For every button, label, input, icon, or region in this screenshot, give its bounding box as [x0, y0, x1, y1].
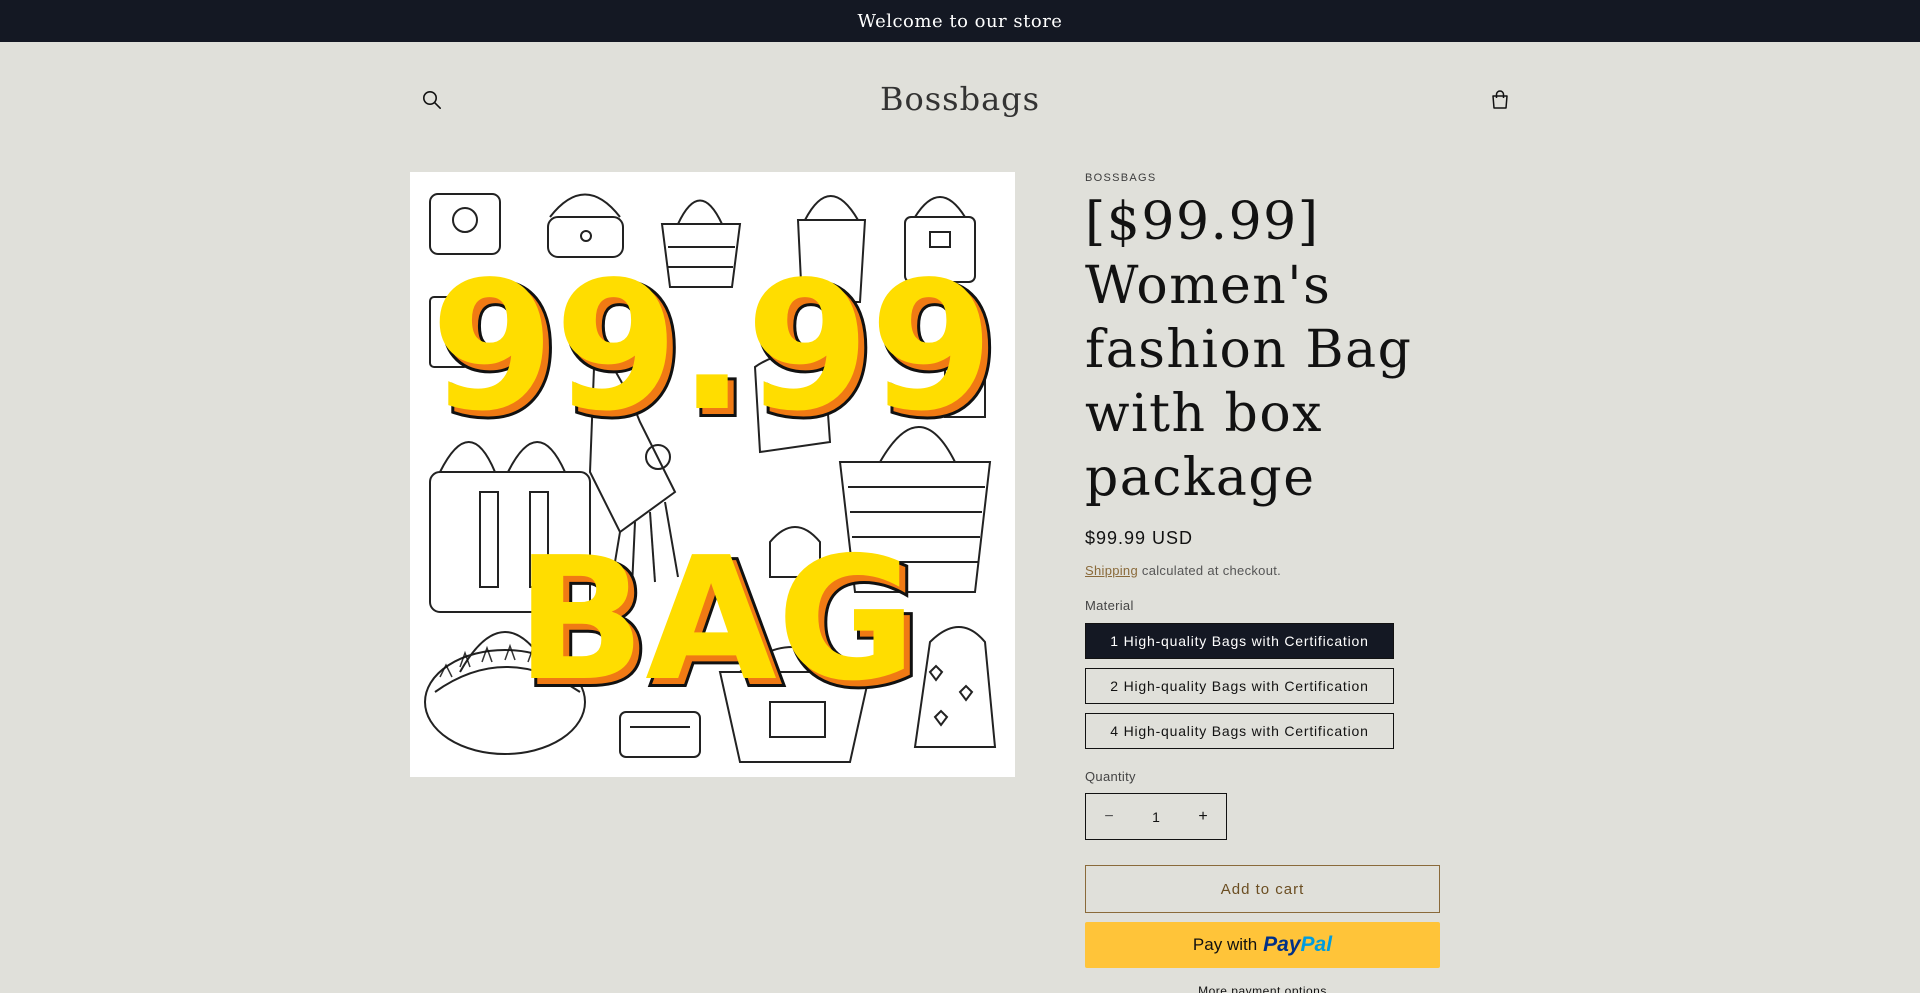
minus-icon: − — [1104, 807, 1114, 825]
product-vendor: BOSSBAGS — [1085, 172, 1157, 184]
paypal-logo: PayPal — [1263, 933, 1333, 956]
svg-text:BAG: BAG — [516, 521, 917, 719]
shipping-note-text: calculated at checkout. — [1138, 563, 1282, 578]
cart-icon — [1492, 90, 1508, 109]
quantity-input[interactable]: 1 — [1132, 809, 1180, 825]
cart-button[interactable] — [1478, 78, 1522, 122]
site-header: Bossbags — [0, 42, 1920, 158]
quantity-label: Quantity — [1085, 769, 1136, 784]
variant-label: Material — [1085, 598, 1134, 613]
quantity-stepper: − 1 + — [1085, 793, 1227, 840]
search-button[interactable] — [410, 78, 454, 122]
variant-option-3[interactable]: 4 High-quality Bags with Certification — [1085, 713, 1394, 749]
shipping-link[interactable]: Shipping — [1085, 563, 1138, 578]
product-title: [$99.99] Women's fashion Bag with box pa… — [1085, 192, 1413, 508]
add-to-cart-button[interactable]: Add to cart — [1085, 865, 1440, 913]
variant-picker: 1 High-quality Bags with Certification 2… — [1085, 623, 1445, 749]
product-price: $99.99 USD — [1085, 528, 1194, 548]
svg-text:99.99: 99.99 — [430, 243, 993, 450]
shipping-note: Shipping calculated at checkout. — [1085, 563, 1445, 578]
paypal-button[interactable]: Pay with PayPal — [1085, 922, 1440, 968]
bag-collage-image: 99.99 99.99 BAG BAG — [410, 172, 1015, 777]
paypal-prefix: Pay with — [1192, 935, 1258, 954]
search-icon — [423, 91, 442, 110]
product-image[interactable]: 99.99 99.99 BAG BAG — [410, 172, 1015, 777]
variant-option-2[interactable]: 2 High-quality Bags with Certification — [1085, 668, 1394, 704]
variant-option-1[interactable]: 1 High-quality Bags with Certification — [1085, 623, 1394, 659]
quantity-decrease-button[interactable]: − — [1086, 794, 1132, 839]
plus-icon: + — [1198, 807, 1208, 825]
announcement-text: Welcome to our store — [857, 10, 1063, 32]
store-logo[interactable]: Bossbags — [760, 80, 1160, 118]
more-payment-options-link[interactable]: More payment options — [1085, 984, 1440, 993]
quantity-increase-button[interactable]: + — [1180, 794, 1226, 839]
announcement-bar: Welcome to our store — [0, 0, 1920, 42]
product-info: BOSSBAGS [$99.99] Women's fashion Bag wi… — [1085, 172, 1445, 993]
